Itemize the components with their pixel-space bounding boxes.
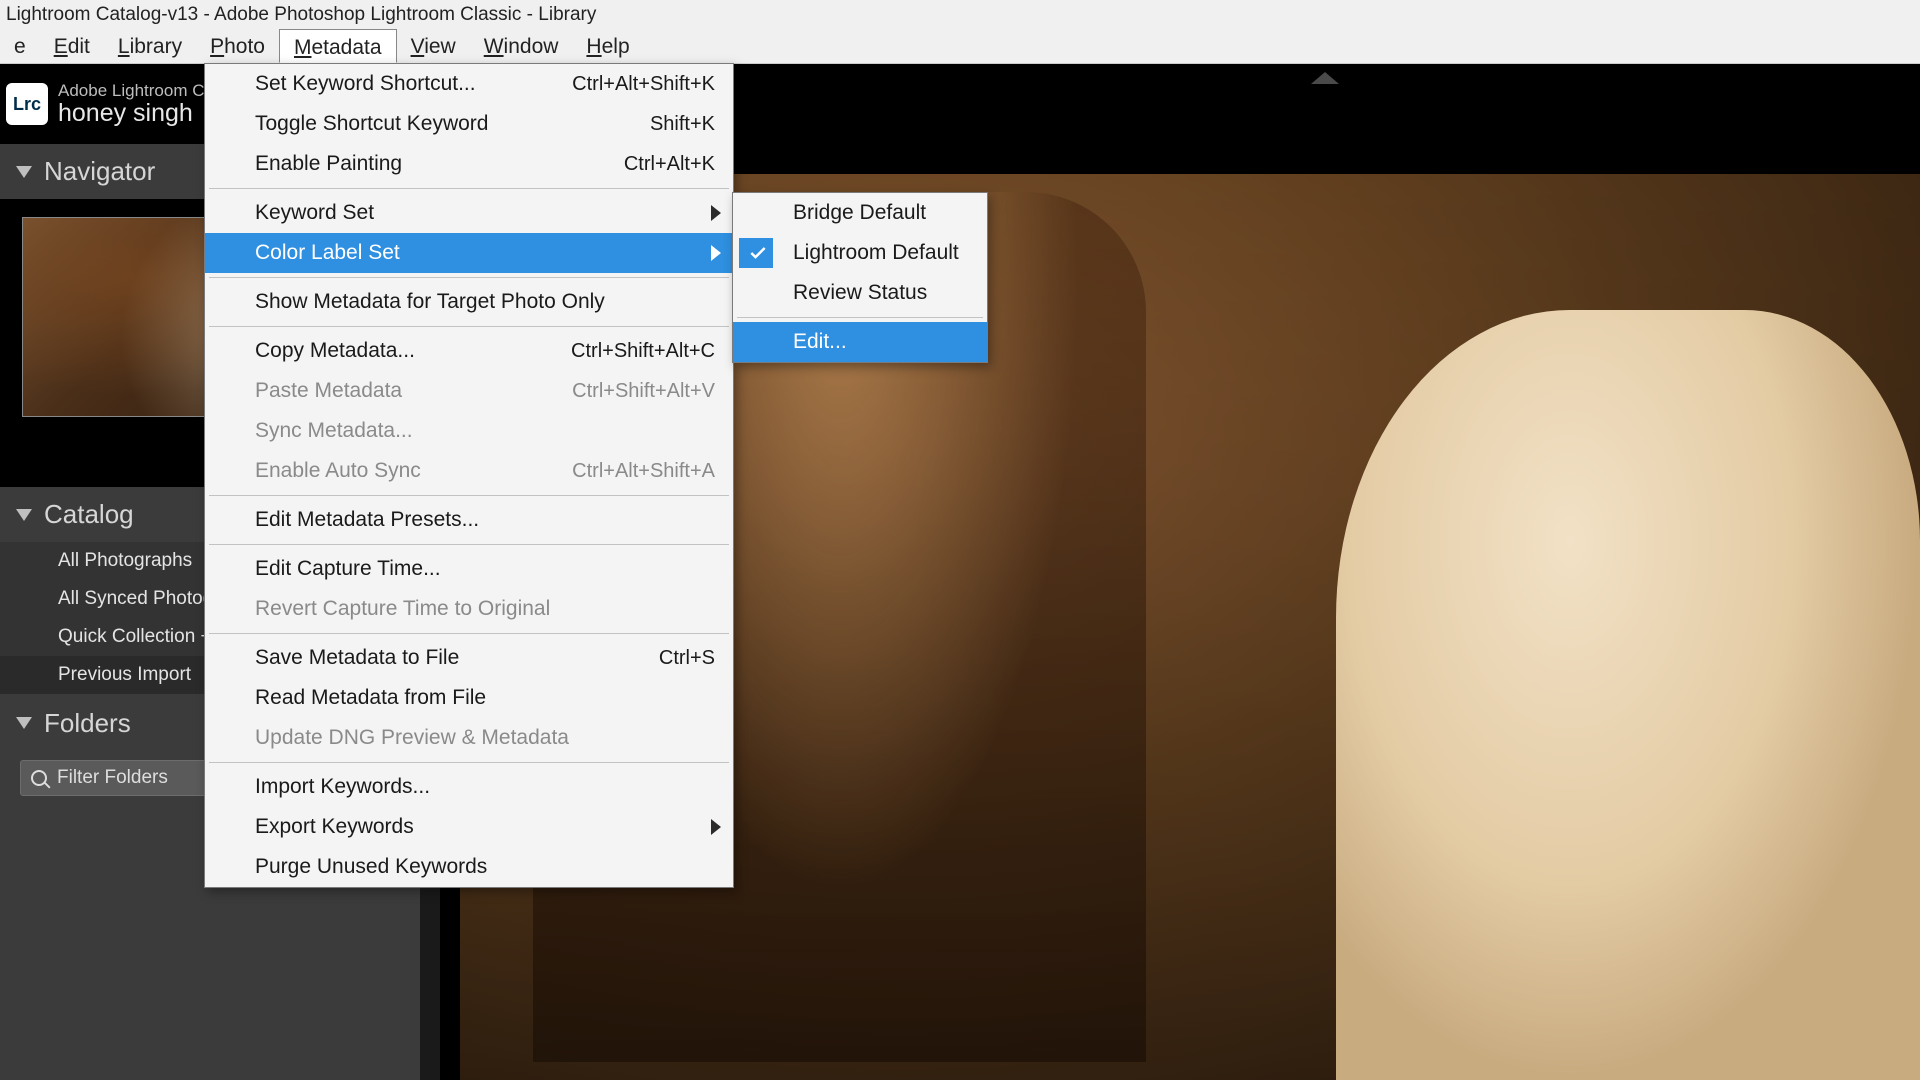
menu-item[interactable]: Import Keywords... xyxy=(205,767,733,807)
color-label-set-submenu: Bridge Default Lightroom Default Review St… xyxy=(732,192,988,363)
submenu-item[interactable]: Lightroom Default xyxy=(733,233,987,273)
menu-item-label: Toggle Shortcut Keyword xyxy=(255,112,488,136)
menu-item[interactable]: Copy Metadata... Ctrl+Shift+Alt+C xyxy=(205,331,733,371)
disclosure-triangle-icon xyxy=(16,509,32,521)
disclosure-triangle-icon xyxy=(16,166,32,178)
submenu-item-label: Review Status xyxy=(793,281,927,305)
menu-item[interactable]: Export Keywords xyxy=(205,807,733,847)
menu-item: Sync Metadata... xyxy=(205,411,733,451)
submenu-item-label: Edit... xyxy=(793,330,847,354)
folders-title: Folders xyxy=(44,708,131,739)
menu-item-label: Show Metadata for Target Photo Only xyxy=(255,290,605,314)
app-logo-icon: Lrc xyxy=(6,83,48,125)
window-titlebar: Lightroom Catalog-v13 - Adobe Photoshop … xyxy=(0,0,1920,29)
menu-item[interactable]: Read Metadata from File xyxy=(205,678,733,718)
menu-item-shortcut: Ctrl+Alt+Shift+A xyxy=(532,460,715,483)
menu-file[interactable]: e xyxy=(0,29,40,63)
menu-item[interactable]: Set Keyword Shortcut... Ctrl+Alt+Shift+K xyxy=(205,64,733,104)
catalog-title: Catalog xyxy=(44,499,134,530)
disclosure-triangle-icon xyxy=(16,717,32,729)
menu-window[interactable]: Window xyxy=(470,29,573,63)
menu-library[interactable]: Library xyxy=(104,29,196,63)
submenu-item-label: Lightroom Default xyxy=(793,241,959,265)
menu-item-shortcut: Ctrl+Shift+Alt+C xyxy=(531,340,715,363)
menu-item[interactable]: Keyword Set xyxy=(205,193,733,233)
panel-expand-top-icon[interactable] xyxy=(1311,72,1339,84)
menu-item[interactable]: Edit Capture Time... xyxy=(205,549,733,589)
menu-item-shortcut: Ctrl+S xyxy=(619,647,715,670)
navigator-title: Navigator xyxy=(44,156,155,187)
menu-view[interactable]: View xyxy=(397,29,470,63)
menu-item[interactable]: Edit Metadata Presets... xyxy=(205,500,733,540)
user-name-label: honey singh xyxy=(58,100,226,126)
menu-item-label: Revert Capture Time to Original xyxy=(255,597,550,621)
menu-item-shortcut: Ctrl+Shift+Alt+V xyxy=(532,380,715,403)
menu-item-label: Set Keyword Shortcut... xyxy=(255,72,476,96)
menu-edit[interactable]: Edit xyxy=(40,29,104,63)
menu-item: Enable Auto Sync Ctrl+Alt+Shift+A xyxy=(205,451,733,491)
search-icon xyxy=(31,770,47,786)
menu-item: Update DNG Preview & Metadata xyxy=(205,718,733,758)
menu-item-label: Keyword Set xyxy=(255,201,374,225)
menu-item[interactable]: Toggle Shortcut Keyword Shift+K xyxy=(205,104,733,144)
menu-item-label: Edit Metadata Presets... xyxy=(255,508,479,532)
window-title: Lightroom Catalog-v13 - Adobe Photoshop … xyxy=(6,4,596,26)
menu-item-label: Color Label Set xyxy=(255,241,400,265)
menu-item-label: Import Keywords... xyxy=(255,775,430,799)
menu-item-label: Paste Metadata xyxy=(255,379,402,403)
menu-item-label: Update DNG Preview & Metadata xyxy=(255,726,569,750)
menu-item[interactable]: Show Metadata for Target Photo Only xyxy=(205,282,733,322)
menu-item-label: Read Metadata from File xyxy=(255,686,486,710)
menu-item[interactable]: Color Label Set xyxy=(205,233,733,273)
check-icon xyxy=(747,242,769,264)
menu-item-label: Enable Auto Sync xyxy=(255,459,421,483)
menu-item-shortcut: Shift+K xyxy=(610,113,715,136)
filter-folders-placeholder: Filter Folders xyxy=(57,767,168,789)
menu-item-label: Copy Metadata... xyxy=(255,339,415,363)
submenu-item[interactable]: Review Status xyxy=(733,273,987,313)
menu-photo[interactable]: Photo xyxy=(196,29,279,63)
menu-item-label: Sync Metadata... xyxy=(255,419,413,443)
menu-item-label: Enable Painting xyxy=(255,152,402,176)
menu-item-shortcut: Ctrl+Alt+Shift+K xyxy=(532,73,715,96)
menu-item-shortcut: Ctrl+Alt+K xyxy=(584,153,715,176)
submenu-item[interactable]: Bridge Default xyxy=(733,193,987,233)
menu-item-label: Save Metadata to File xyxy=(255,646,459,670)
menu-help[interactable]: Help xyxy=(572,29,643,63)
submenu-item[interactable]: Edit... xyxy=(733,322,987,362)
menu-bar: e Edit Library Photo Metadata View Windo… xyxy=(0,29,1920,64)
app-name-label: Adobe Lightroom Clas xyxy=(58,82,226,100)
menu-item[interactable]: Purge Unused Keywords xyxy=(205,847,733,887)
menu-item: Revert Capture Time to Original xyxy=(205,589,733,629)
submenu-item-label: Bridge Default xyxy=(793,201,926,225)
menu-item: Paste Metadata Ctrl+Shift+Alt+V xyxy=(205,371,733,411)
menu-item-label: Purge Unused Keywords xyxy=(255,855,487,879)
menu-item-label: Edit Capture Time... xyxy=(255,557,441,581)
menu-item-label: Export Keywords xyxy=(255,815,414,839)
metadata-menu-dropdown: Set Keyword Shortcut... Ctrl+Alt+Shift+K T… xyxy=(204,63,734,888)
menu-item[interactable]: Enable Painting Ctrl+Alt+K xyxy=(205,144,733,184)
menu-item[interactable]: Save Metadata to File Ctrl+S xyxy=(205,638,733,678)
menu-metadata[interactable]: Metadata xyxy=(279,29,397,63)
